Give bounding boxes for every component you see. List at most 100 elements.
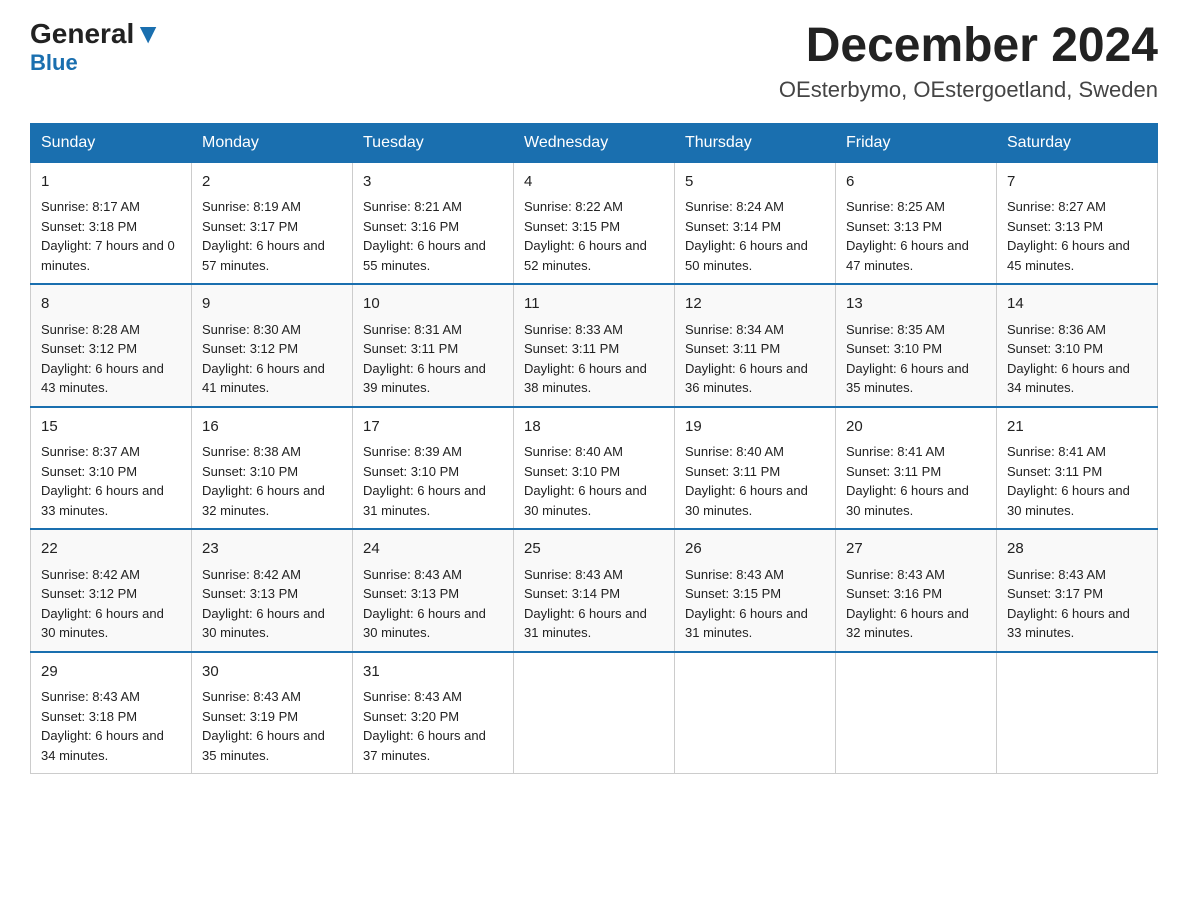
calendar-cell bbox=[997, 652, 1158, 774]
calendar-cell: 4Sunrise: 8:22 AMSunset: 3:15 PMDaylight… bbox=[514, 162, 675, 284]
calendar-cell: 28 Sunrise: 8:43 AMSunset: 3:17 PMDayligh… bbox=[997, 529, 1158, 652]
day-number: 8 bbox=[41, 293, 181, 316]
calendar-cell: 21 Sunrise: 8:41 AMSunset: 3:11 PMDayligh… bbox=[997, 407, 1158, 530]
day-number: 30 bbox=[202, 661, 342, 684]
calendar-cell: 30 Sunrise: 8:43 AMSunset: 3:19 PMDayligh… bbox=[192, 652, 353, 774]
page-header: General▼ Blue December 2024 OEsterbymo, … bbox=[30, 20, 1158, 103]
day-number: 20 bbox=[846, 416, 986, 439]
sunrise-info: Sunrise: 8:33 AMSunset: 3:11 PMDaylight:… bbox=[524, 322, 647, 396]
calendar-cell: 20 Sunrise: 8:41 AMSunset: 3:11 PMDayligh… bbox=[836, 407, 997, 530]
sunrise-info: Sunrise: 8:39 AMSunset: 3:10 PMDaylight:… bbox=[363, 444, 486, 518]
calendar-cell: 18Sunrise: 8:40 AMSunset: 3:10 PMDayligh… bbox=[514, 407, 675, 530]
calendar-cell: 15 Sunrise: 8:37 AMSunset: 3:10 PMDayligh… bbox=[31, 407, 192, 530]
sunrise-info: Sunrise: 8:22 AMSunset: 3:15 PMDaylight:… bbox=[524, 199, 647, 273]
weekday-header-friday: Friday bbox=[836, 123, 997, 162]
sunrise-info: Sunrise: 8:37 AMSunset: 3:10 PMDaylight:… bbox=[41, 444, 164, 518]
calendar-cell: 16Sunrise: 8:38 AMSunset: 3:10 PMDayligh… bbox=[192, 407, 353, 530]
day-number: 22 bbox=[41, 538, 181, 561]
sunrise-info: Sunrise: 8:24 AMSunset: 3:14 PMDaylight:… bbox=[685, 199, 808, 273]
month-title: December 2024 bbox=[779, 20, 1158, 73]
logo-triangle-icon: ▼ bbox=[134, 18, 162, 49]
day-number: 17 bbox=[363, 416, 503, 439]
day-number: 15 bbox=[41, 416, 181, 439]
weekday-header-wednesday: Wednesday bbox=[514, 123, 675, 162]
calendar-cell: 1 Sunrise: 8:17 AMSunset: 3:18 PMDaylight… bbox=[31, 162, 192, 284]
sunrise-info: Sunrise: 8:43 AMSunset: 3:15 PMDaylight:… bbox=[685, 567, 808, 641]
calendar-cell: 19 Sunrise: 8:40 AMSunset: 3:11 PMDayligh… bbox=[675, 407, 836, 530]
day-number: 7 bbox=[1007, 171, 1147, 194]
sunrise-info: Sunrise: 8:21 AMSunset: 3:16 PMDaylight:… bbox=[363, 199, 486, 273]
day-number: 19 bbox=[685, 416, 825, 439]
sunrise-info: Sunrise: 8:17 AMSunset: 3:18 PMDaylight:… bbox=[41, 199, 175, 273]
day-number: 24 bbox=[363, 538, 503, 561]
calendar-cell bbox=[675, 652, 836, 774]
sunrise-info: Sunrise: 8:43 AMSunset: 3:18 PMDaylight:… bbox=[41, 689, 164, 763]
sunrise-info: Sunrise: 8:43 AMSunset: 3:14 PMDaylight:… bbox=[524, 567, 647, 641]
sunrise-info: Sunrise: 8:28 AMSunset: 3:12 PMDaylight:… bbox=[41, 322, 164, 396]
day-number: 9 bbox=[202, 293, 342, 316]
sunrise-info: Sunrise: 8:43 AMSunset: 3:16 PMDaylight:… bbox=[846, 567, 969, 641]
calendar-header-row: SundayMondayTuesdayWednesdayThursdayFrid… bbox=[31, 123, 1158, 162]
sunrise-info: Sunrise: 8:41 AMSunset: 3:11 PMDaylight:… bbox=[1007, 444, 1130, 518]
sunrise-info: Sunrise: 8:35 AMSunset: 3:10 PMDaylight:… bbox=[846, 322, 969, 396]
day-number: 5 bbox=[685, 171, 825, 194]
calendar-cell: 29 Sunrise: 8:43 AMSunset: 3:18 PMDayligh… bbox=[31, 652, 192, 774]
sunrise-info: Sunrise: 8:43 AMSunset: 3:19 PMDaylight:… bbox=[202, 689, 325, 763]
calendar-cell: 11 Sunrise: 8:33 AMSunset: 3:11 PMDayligh… bbox=[514, 284, 675, 407]
sunrise-info: Sunrise: 8:34 AMSunset: 3:11 PMDaylight:… bbox=[685, 322, 808, 396]
day-number: 26 bbox=[685, 538, 825, 561]
day-number: 2 bbox=[202, 171, 342, 194]
weekday-header-saturday: Saturday bbox=[997, 123, 1158, 162]
day-number: 14 bbox=[1007, 293, 1147, 316]
sunrise-info: Sunrise: 8:42 AMSunset: 3:12 PMDaylight:… bbox=[41, 567, 164, 641]
calendar-cell: 8 Sunrise: 8:28 AMSunset: 3:12 PMDaylight… bbox=[31, 284, 192, 407]
sunrise-info: Sunrise: 8:31 AMSunset: 3:11 PMDaylight:… bbox=[363, 322, 486, 396]
day-number: 25 bbox=[524, 538, 664, 561]
calendar-cell: 9Sunrise: 8:30 AMSunset: 3:12 PMDaylight… bbox=[192, 284, 353, 407]
calendar-week-row: 1 Sunrise: 8:17 AMSunset: 3:18 PMDaylight… bbox=[31, 162, 1158, 284]
calendar-cell: 13 Sunrise: 8:35 AMSunset: 3:10 PMDayligh… bbox=[836, 284, 997, 407]
day-number: 11 bbox=[524, 293, 664, 316]
day-number: 28 bbox=[1007, 538, 1147, 561]
sunrise-info: Sunrise: 8:41 AMSunset: 3:11 PMDaylight:… bbox=[846, 444, 969, 518]
day-number: 3 bbox=[363, 171, 503, 194]
sunrise-info: Sunrise: 8:36 AMSunset: 3:10 PMDaylight:… bbox=[1007, 322, 1130, 396]
calendar-table: SundayMondayTuesdayWednesdayThursdayFrid… bbox=[30, 123, 1158, 775]
calendar-cell: 12 Sunrise: 8:34 AMSunset: 3:11 PMDayligh… bbox=[675, 284, 836, 407]
calendar-cell: 10 Sunrise: 8:31 AMSunset: 3:11 PMDayligh… bbox=[353, 284, 514, 407]
day-number: 31 bbox=[363, 661, 503, 684]
calendar-cell: 25 Sunrise: 8:43 AMSunset: 3:14 PMDayligh… bbox=[514, 529, 675, 652]
calendar-week-row: 15 Sunrise: 8:37 AMSunset: 3:10 PMDayligh… bbox=[31, 407, 1158, 530]
day-number: 6 bbox=[846, 171, 986, 194]
day-number: 21 bbox=[1007, 416, 1147, 439]
sunrise-info: Sunrise: 8:38 AMSunset: 3:10 PMDaylight:… bbox=[202, 444, 325, 518]
sunrise-info: Sunrise: 8:43 AMSunset: 3:17 PMDaylight:… bbox=[1007, 567, 1130, 641]
sunrise-info: Sunrise: 8:42 AMSunset: 3:13 PMDaylight:… bbox=[202, 567, 325, 641]
weekday-header-thursday: Thursday bbox=[675, 123, 836, 162]
calendar-cell: 27Sunrise: 8:43 AMSunset: 3:16 PMDayligh… bbox=[836, 529, 997, 652]
calendar-cell bbox=[836, 652, 997, 774]
day-number: 10 bbox=[363, 293, 503, 316]
calendar-week-row: 8 Sunrise: 8:28 AMSunset: 3:12 PMDaylight… bbox=[31, 284, 1158, 407]
title-area: December 2024 OEsterbymo, OEstergoetland… bbox=[779, 20, 1158, 103]
calendar-week-row: 22 Sunrise: 8:42 AMSunset: 3:12 PMDayligh… bbox=[31, 529, 1158, 652]
weekday-header-sunday: Sunday bbox=[31, 123, 192, 162]
day-number: 23 bbox=[202, 538, 342, 561]
weekday-header-monday: Monday bbox=[192, 123, 353, 162]
logo-blue: Blue bbox=[30, 50, 162, 76]
sunrise-info: Sunrise: 8:40 AMSunset: 3:11 PMDaylight:… bbox=[685, 444, 808, 518]
day-number: 13 bbox=[846, 293, 986, 316]
sunrise-info: Sunrise: 8:19 AMSunset: 3:17 PMDaylight:… bbox=[202, 199, 325, 273]
calendar-cell: 7Sunrise: 8:27 AMSunset: 3:13 PMDaylight… bbox=[997, 162, 1158, 284]
calendar-cell: 23 Sunrise: 8:42 AMSunset: 3:13 PMDayligh… bbox=[192, 529, 353, 652]
calendar-cell: 31Sunrise: 8:43 AMSunset: 3:20 PMDayligh… bbox=[353, 652, 514, 774]
logo-general: General▼ bbox=[30, 20, 162, 48]
day-number: 1 bbox=[41, 171, 181, 194]
day-number: 29 bbox=[41, 661, 181, 684]
day-number: 18 bbox=[524, 416, 664, 439]
calendar-cell: 24Sunrise: 8:43 AMSunset: 3:13 PMDayligh… bbox=[353, 529, 514, 652]
calendar-cell: 3 Sunrise: 8:21 AMSunset: 3:16 PMDaylight… bbox=[353, 162, 514, 284]
day-number: 12 bbox=[685, 293, 825, 316]
calendar-cell: 14 Sunrise: 8:36 AMSunset: 3:10 PMDayligh… bbox=[997, 284, 1158, 407]
calendar-week-row: 29 Sunrise: 8:43 AMSunset: 3:18 PMDayligh… bbox=[31, 652, 1158, 774]
